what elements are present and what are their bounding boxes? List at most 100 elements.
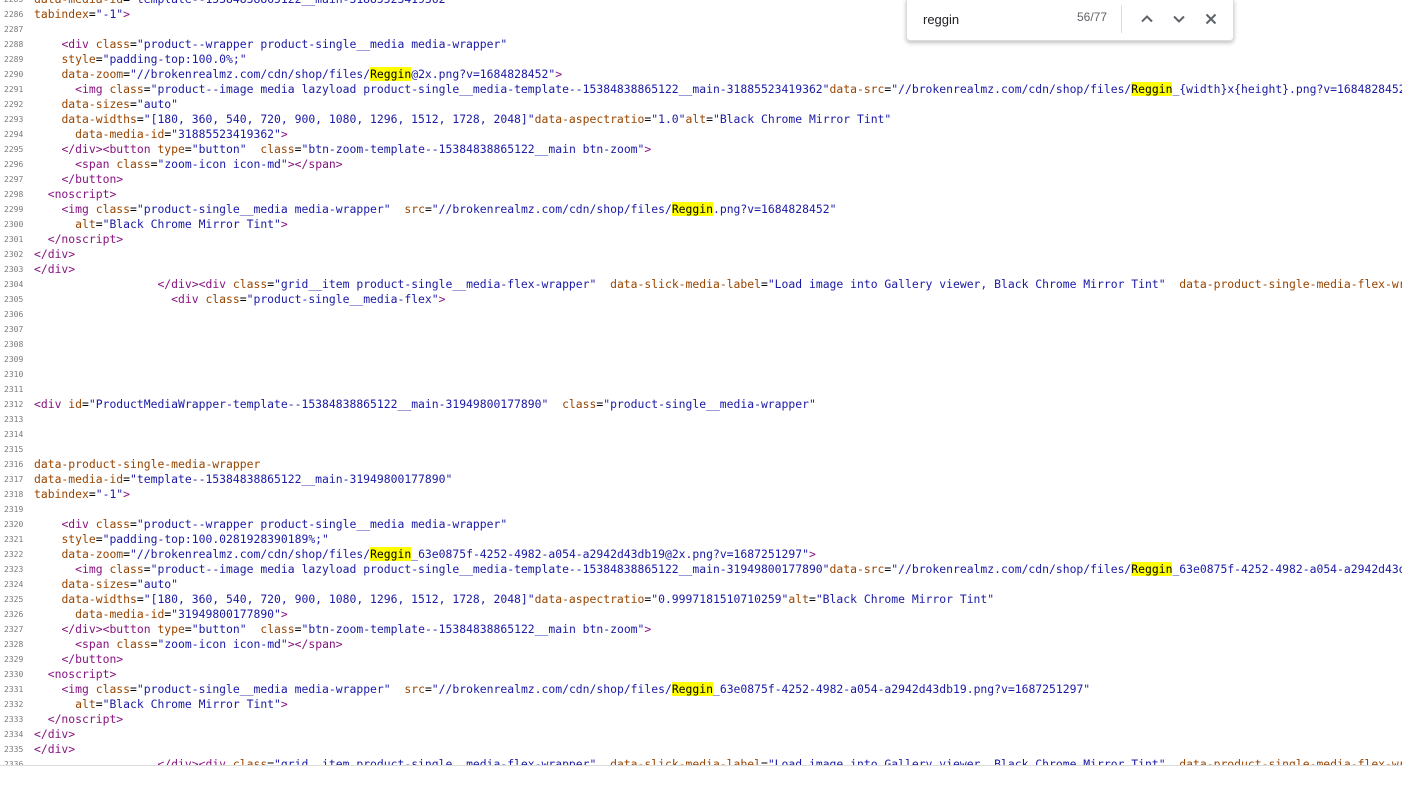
source-line: 2324 data-sizes="auto" [0, 577, 1402, 592]
code-token: > [123, 7, 131, 21]
code-token: alt [75, 217, 96, 231]
code-token: </div><button [61, 622, 158, 636]
code-token: data-media-id [75, 607, 165, 621]
code-token: "[180, 360, 540, 720, 900, 1080, 1296, 1… [143, 112, 535, 126]
code-token: </noscript> [47, 712, 124, 726]
find-previous-button[interactable] [1133, 5, 1161, 33]
code-token: "product-single__media media-wrapper" [136, 202, 391, 216]
code-token: data-zoom [61, 67, 124, 81]
line-content: <div class="product-single__media-flex"> [34, 292, 445, 307]
line-number: 2306 [4, 310, 24, 319]
line-number: 2298 [4, 190, 24, 199]
line-content: tabindex="-1"> [34, 7, 130, 22]
code-token: "grid__item product-single__media-flex-w… [274, 757, 597, 765]
find-close-button[interactable] [1197, 5, 1225, 33]
code-token: "padding-top:100.0%;" [102, 52, 247, 66]
source-line: 2325 data-widths="[180, 360, 540, 720, 9… [0, 592, 1402, 607]
find-next-button[interactable] [1165, 5, 1193, 33]
code-token: </div> [34, 742, 76, 756]
source-line: 2319 [0, 502, 1402, 517]
find-input[interactable] [923, 8, 1063, 30]
code-token: src [404, 202, 425, 216]
search-match-highlight: Reggin [1131, 562, 1173, 576]
code-token: </div> [34, 727, 76, 741]
source-line: 2298 <noscript> [0, 187, 1402, 202]
code-token: @2x.png?v=1684828452" [411, 67, 556, 81]
line-content: <span class="zoom-icon icon-md"></span> [34, 637, 343, 652]
line-content: data-widths="[180, 360, 540, 720, 900, 1… [34, 592, 994, 607]
source-line: 2295 </div><button type="button" class="… [0, 142, 1402, 157]
code-token: > [644, 142, 652, 156]
line-content: <noscript> [34, 187, 117, 202]
code-token: <img [61, 682, 96, 696]
code-token: > [555, 67, 563, 81]
code-token: data-slick-media-label [610, 277, 761, 291]
code-token: = [95, 532, 103, 546]
source-line: 2292 data-sizes="auto" [0, 97, 1402, 112]
line-number: 2303 [4, 265, 24, 274]
code-token: = [130, 97, 137, 111]
line-content: </div> [34, 262, 75, 277]
line-content: style="padding-top:100.0%;" [34, 52, 247, 67]
bottom-divider [0, 765, 1402, 766]
code-token: = [424, 202, 432, 216]
line-number: 2299 [4, 205, 24, 214]
line-number: 2316 [4, 460, 24, 469]
code-token: > [644, 622, 652, 636]
line-number: 2309 [4, 355, 24, 364]
source-line: 2327 </div><button type="button" class="… [0, 622, 1402, 637]
source-line: 2331 <img class="product-single__media m… [0, 682, 1402, 697]
line-content: data-media-id="template--15384838865122_… [34, 472, 452, 487]
code-token: <div [34, 397, 69, 411]
code-token: = [239, 292, 247, 306]
code-token: "product--image media lazyload product-s… [150, 562, 830, 576]
line-number: 2295 [4, 145, 24, 154]
code-token: data-media-id [34, 0, 123, 6]
code-token: "//brokenrealmz.com/cdn/shop/files/ [431, 682, 672, 696]
code-token: > [280, 607, 288, 621]
source-line: 2322 data-zoom="//brokenrealmz.com/cdn/s… [0, 547, 1402, 562]
line-number: 2320 [4, 520, 24, 529]
code-token: "template--15384838865122__main-31885523… [130, 0, 452, 6]
code-token: <div [61, 37, 96, 51]
code-token: ></span> [287, 637, 343, 651]
code-token: = [136, 112, 144, 126]
line-content: tabindex="-1"> [34, 487, 130, 502]
code-token: src [404, 682, 425, 696]
code-token: "product-single__media-wrapper" [603, 397, 816, 411]
code-token: = [706, 112, 713, 126]
code-token: </button> [61, 652, 124, 666]
code-token: class [260, 142, 295, 156]
code-token: alt [788, 592, 809, 606]
code-token: "template--15384838865122__main-31949800… [130, 472, 453, 486]
code-token: class [232, 757, 268, 765]
code-token: = [130, 202, 137, 216]
code-token: = [760, 277, 768, 291]
source-line: 2316 data-product-single-media-wrapper [0, 457, 1402, 472]
line-number: 2323 [4, 565, 24, 574]
source-line: 2318 tabindex="-1"> [0, 487, 1402, 502]
code-token: > [123, 487, 131, 501]
code-token: = [808, 592, 816, 606]
source-line: 2301 </noscript> [0, 232, 1402, 247]
code-token: data-aspectratio [534, 592, 645, 606]
line-content: </div><div class = "grid__item product-sin… [34, 277, 1402, 292]
code-token: "product--image media lazyload product-s… [150, 82, 830, 96]
source-line: 2332 alt="Black Chrome Mirror Tint"> [0, 697, 1402, 712]
